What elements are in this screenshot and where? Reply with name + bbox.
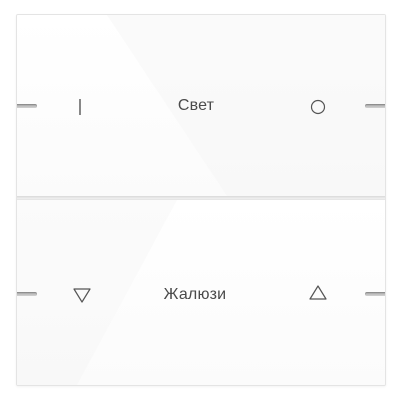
rocker-label-lights: Свет (177, 97, 215, 114)
rocker-lights[interactable]: Свет (17, 15, 385, 196)
rocker-label-blinds: Жалюзи (163, 286, 227, 303)
up-triangle-icon[interactable] (308, 284, 328, 302)
switch-panel: Свет Жалюзи (16, 14, 386, 386)
off-circle-icon[interactable] (310, 99, 326, 115)
rocker-blinds[interactable]: Жалюзи (17, 200, 385, 385)
indicator-led-left-lower (17, 292, 37, 296)
indicator-led-left (17, 104, 37, 108)
on-line-icon[interactable] (77, 97, 83, 117)
indicator-led-right (365, 104, 385, 108)
down-triangle-icon[interactable] (72, 286, 92, 304)
indicator-led-right-lower (365, 292, 385, 296)
